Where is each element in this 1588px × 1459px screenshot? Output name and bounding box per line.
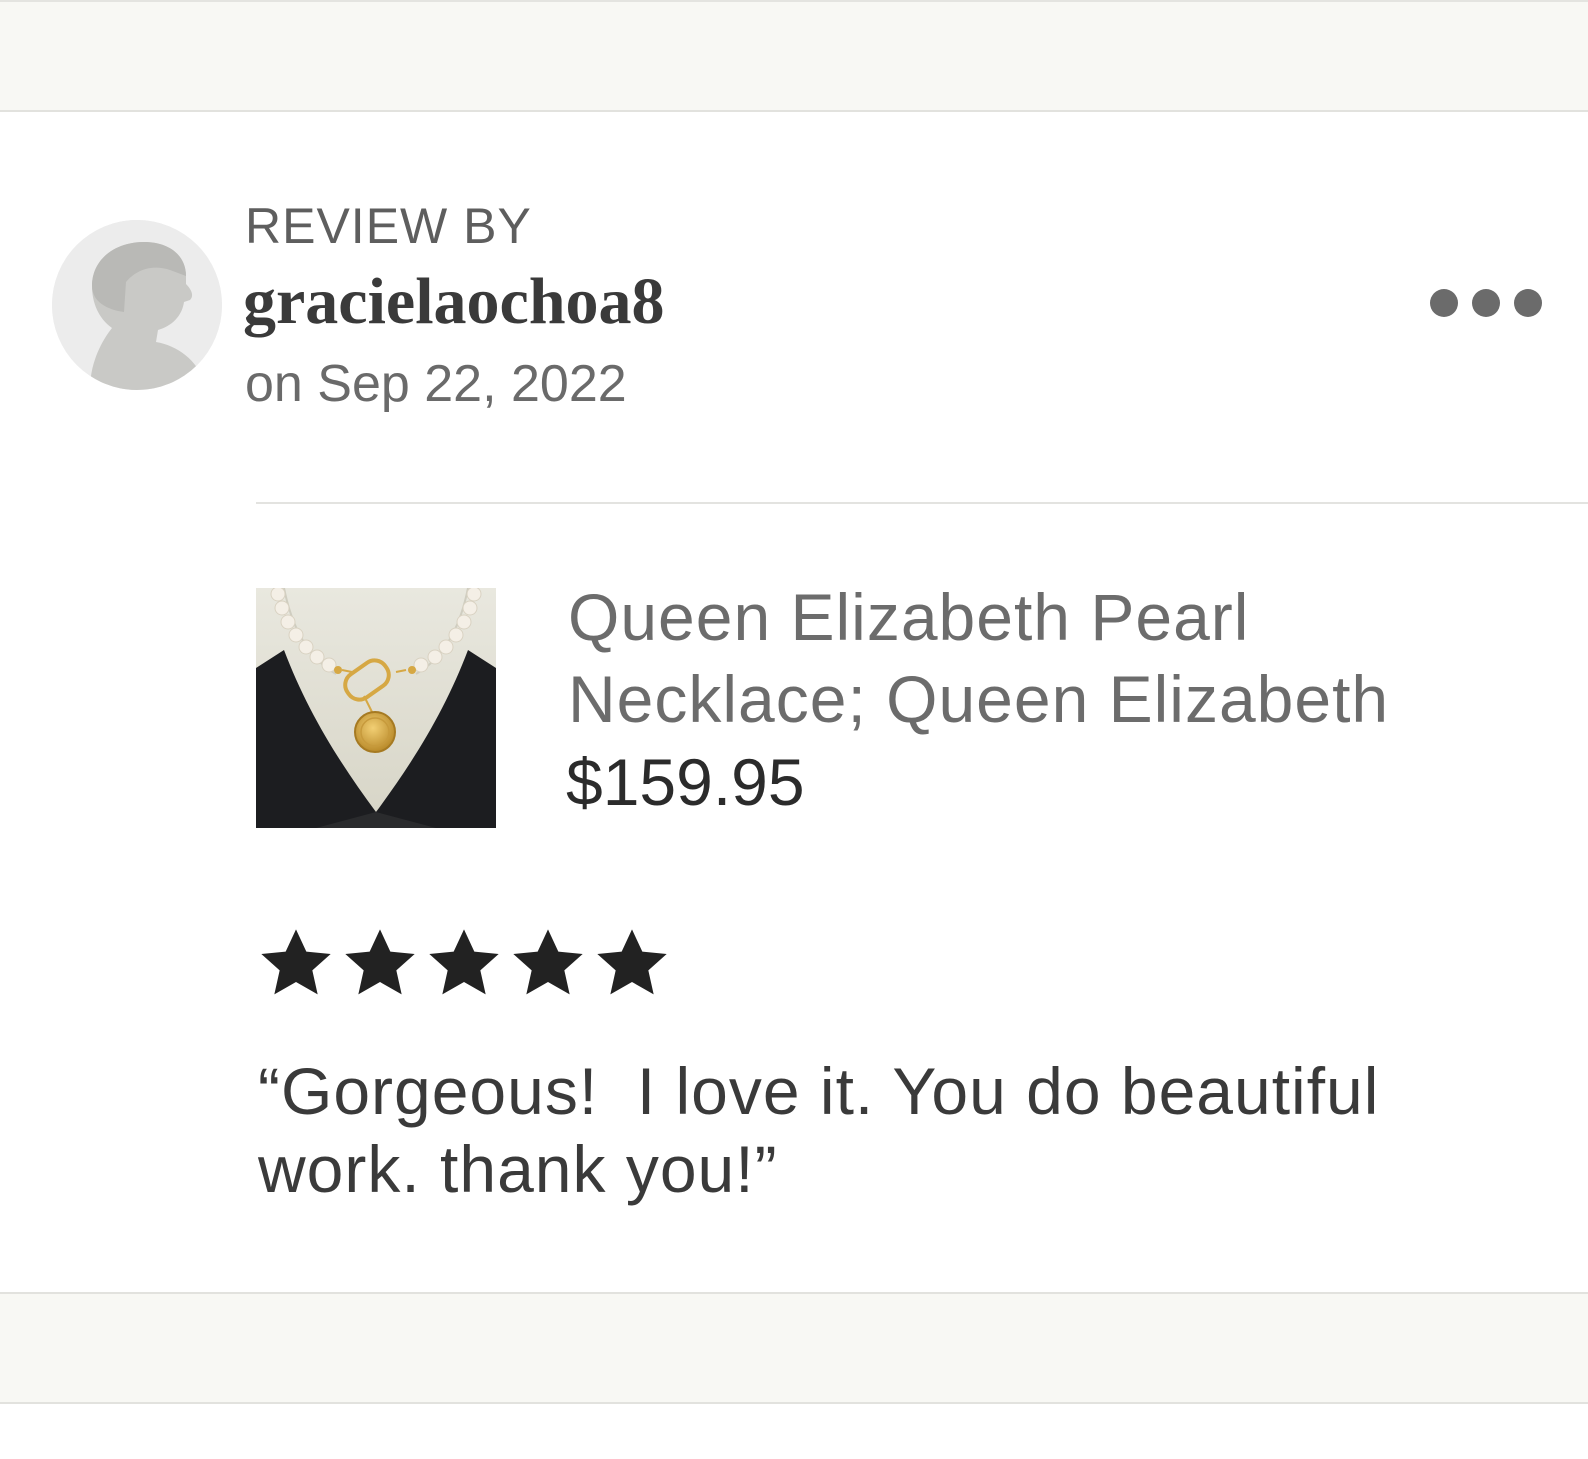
- star-icon: [345, 929, 415, 995]
- product-title[interactable]: Queen Elizabeth Pearl Necklace; Queen El…: [568, 576, 1548, 740]
- divider: [256, 502, 1588, 504]
- necklace-photo: [256, 588, 496, 828]
- ellipsis-icon: [1430, 289, 1458, 317]
- review-date: on Sep 22, 2022: [245, 355, 627, 413]
- star-icon: [429, 929, 499, 995]
- star-icon: [513, 929, 583, 995]
- star-rating: [256, 924, 672, 1006]
- avatar[interactable]: [52, 220, 222, 390]
- default-avatar-silhouette-icon: [52, 220, 222, 390]
- ellipsis-icon: [1514, 289, 1542, 317]
- star-icon: [261, 929, 331, 995]
- star-icon: [597, 929, 667, 995]
- bottom-band: [0, 1292, 1588, 1404]
- product-price: $159.95: [566, 745, 805, 819]
- product-image[interactable]: [256, 588, 496, 828]
- reviewer-name[interactable]: gracielaochoa8: [243, 262, 665, 342]
- review-by-label: REVIEW BY: [245, 198, 532, 254]
- review-page: REVIEW BY gracielaochoa8 on Sep 22, 2022: [0, 0, 1588, 1459]
- review-text: “Gorgeous! I love it. You do beautiful w…: [258, 1054, 1399, 1206]
- ellipsis-icon: [1472, 289, 1500, 317]
- more-options-button[interactable]: [1430, 278, 1542, 328]
- top-band: [0, 0, 1588, 112]
